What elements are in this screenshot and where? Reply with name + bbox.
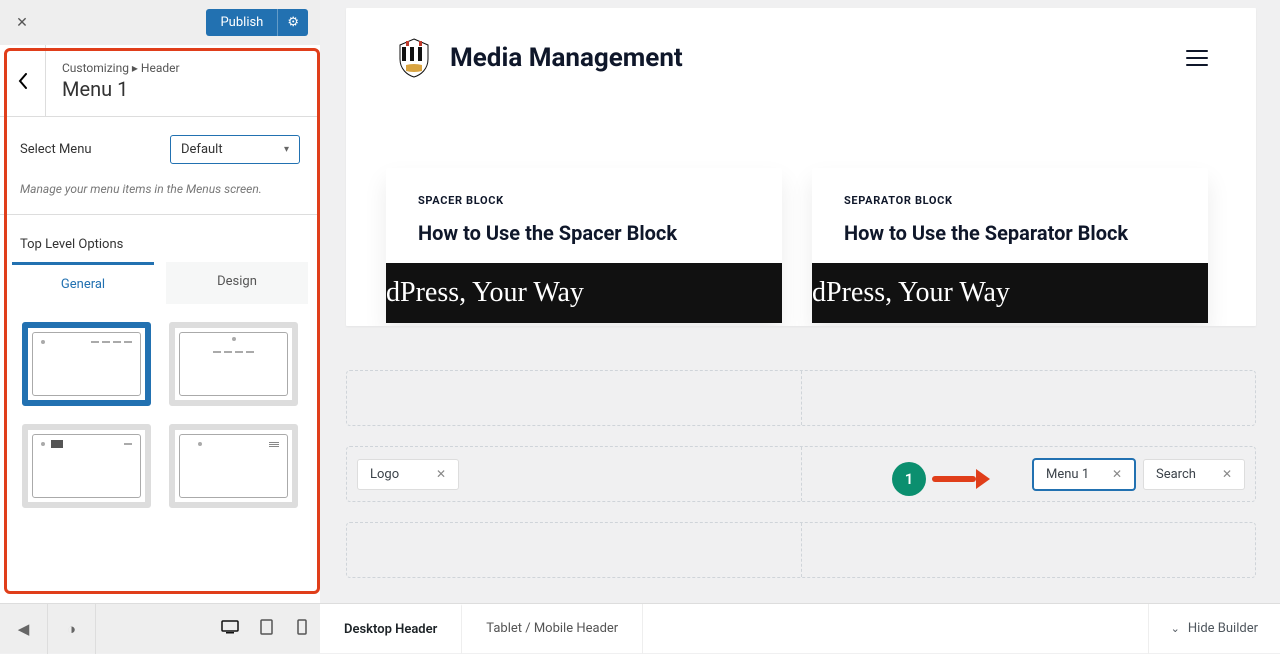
cards: SPACER BLOCK How to Use the Spacer Block… xyxy=(386,168,1256,323)
chip-menu1[interactable]: Menu 1 ✕ xyxy=(1033,459,1135,490)
chip-label: Logo xyxy=(370,467,399,482)
site-logo-icon xyxy=(394,37,434,79)
device-tablet-icon[interactable] xyxy=(248,619,284,639)
annotation-number: 1 xyxy=(892,462,926,496)
sidebar-bottombar: ◀ ◑ xyxy=(0,603,320,653)
select-menu-dropdown[interactable]: Default ▾ xyxy=(170,135,300,164)
card-category: SPACER BLOCK xyxy=(418,194,750,207)
breadcrumb: Customizing ▸ Header xyxy=(62,61,180,75)
hide-builder-button[interactable]: ⌄ Hide Builder xyxy=(1148,604,1280,654)
builder-cell-left[interactable]: Logo ✕ xyxy=(347,447,801,501)
annotation-arrow-icon xyxy=(932,473,990,485)
hide-builder-label: Hide Builder xyxy=(1188,621,1258,636)
chip-label: Search xyxy=(1156,467,1196,482)
select-menu-row: Select Menu Default ▾ xyxy=(0,117,320,182)
panel-header: Customizing ▸ Header Menu 1 xyxy=(0,45,320,117)
customizer-sidebar: ✕ Publish ⚙ Customizing ▸ Header Menu 1 … xyxy=(0,0,320,653)
tab-general[interactable]: General xyxy=(12,262,154,304)
card-image: dPress, Your Way xyxy=(386,263,782,323)
card-title: How to Use the Spacer Block xyxy=(418,221,750,245)
chip-search[interactable]: Search ✕ xyxy=(1143,459,1245,490)
device-mobile-icon[interactable] xyxy=(284,619,320,639)
card-spacer[interactable]: SPACER BLOCK How to Use the Spacer Block… xyxy=(386,168,782,323)
chip-remove-icon[interactable]: ✕ xyxy=(1112,467,1122,481)
site-title: Media Management xyxy=(450,43,683,73)
chip-logo[interactable]: Logo ✕ xyxy=(357,459,459,490)
publish-button[interactable]: Publish xyxy=(206,9,277,36)
card-separator[interactable]: SEPARATOR BLOCK How to Use the Separator… xyxy=(812,168,1208,323)
chevron-down-icon: ⌄ xyxy=(1171,622,1180,635)
builder-footer: Desktop Header Tablet / Mobile Header ⌄ … xyxy=(320,603,1280,653)
chip-remove-icon[interactable]: ✕ xyxy=(436,467,446,481)
top-level-options-title: Top Level Options xyxy=(0,215,320,262)
builder-row-main[interactable]: Logo ✕ Menu 1 ✕ Search ✕ xyxy=(346,446,1256,502)
annotation: 1 xyxy=(892,462,990,496)
option-tabs: General Design xyxy=(0,262,320,304)
card-title: How to Use the Separator Block xyxy=(844,221,1176,245)
card-category: SEPARATOR BLOCK xyxy=(844,194,1176,207)
panel-title: Menu 1 xyxy=(62,77,180,101)
builder-cell-right[interactable]: Menu 1 ✕ Search ✕ xyxy=(801,447,1256,501)
preset-3[interactable] xyxy=(22,424,151,508)
builder-row-bottom[interactable] xyxy=(346,522,1256,578)
select-menu-value: Default xyxy=(181,142,223,157)
preset-1[interactable] xyxy=(22,322,151,406)
hamburger-icon[interactable] xyxy=(1186,50,1208,66)
sidebar-topbar: ✕ Publish ⚙ xyxy=(0,0,320,45)
tab-desktop-header[interactable]: Desktop Header xyxy=(320,604,462,654)
chip-remove-icon[interactable]: ✕ xyxy=(1222,467,1232,481)
tab-design[interactable]: Design xyxy=(166,262,308,304)
publish-group: Publish ⚙ xyxy=(206,9,308,36)
chevron-down-icon: ▾ xyxy=(284,144,289,155)
header-builder: Logo ✕ Menu 1 ✕ Search ✕ xyxy=(346,370,1256,578)
preset-4[interactable] xyxy=(169,424,298,508)
builder-row-top[interactable] xyxy=(346,370,1256,426)
card-image: dPress, Your Way xyxy=(812,263,1208,323)
chip-label: Menu 1 xyxy=(1046,467,1089,482)
close-icon[interactable]: ✕ xyxy=(12,13,32,33)
menu-hint: Manage your menu items in the Menus scre… xyxy=(0,182,320,214)
preview-header: Media Management xyxy=(346,8,1256,108)
site-preview: Media Management SPACER BLOCK How to Use… xyxy=(346,8,1256,326)
preset-2[interactable] xyxy=(169,322,298,406)
settings-gear-icon[interactable]: ⚙ xyxy=(277,9,308,36)
tab-mobile-header[interactable]: Tablet / Mobile Header xyxy=(462,604,643,654)
brand: Media Management xyxy=(394,37,683,79)
header-presets xyxy=(0,304,320,526)
back-icon[interactable] xyxy=(0,45,46,117)
device-desktop-icon[interactable] xyxy=(212,620,248,638)
collapse-icon[interactable]: ◀ xyxy=(0,604,48,654)
dark-mode-icon[interactable]: ◑ xyxy=(48,604,96,654)
select-menu-label: Select Menu xyxy=(20,142,92,157)
